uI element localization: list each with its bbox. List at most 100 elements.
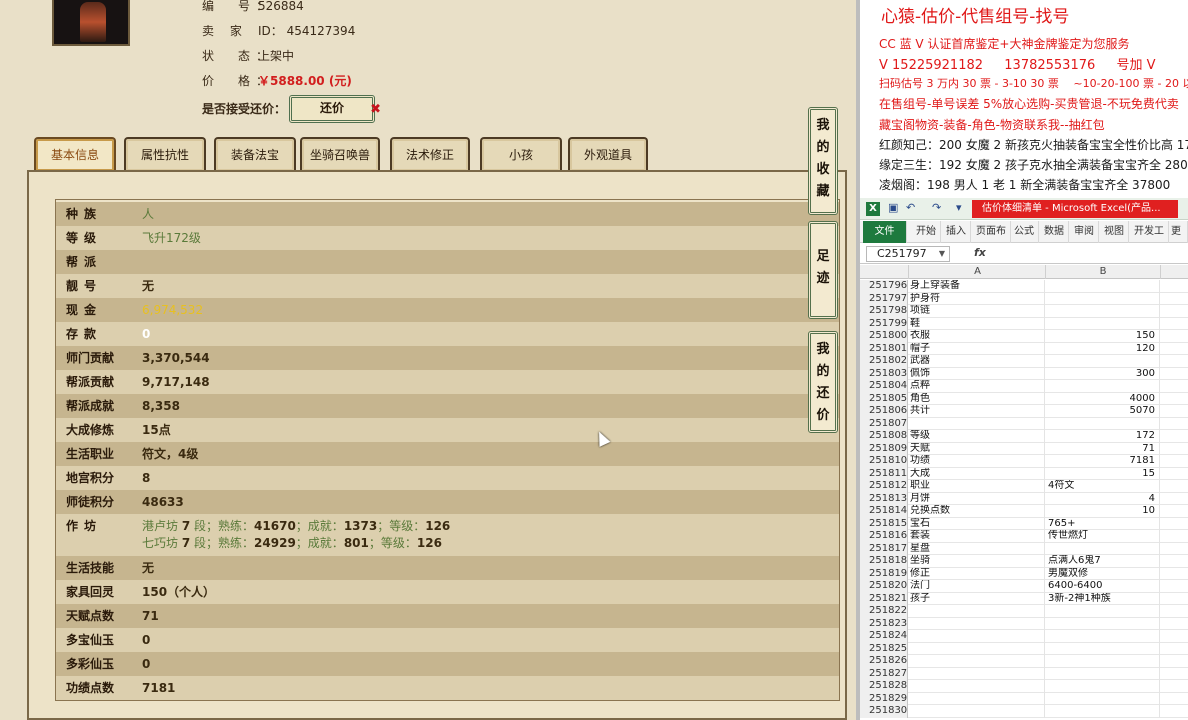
- footprint-button[interactable]: 足 迹: [808, 221, 838, 319]
- cell-b[interactable]: 5070: [1046, 405, 1160, 418]
- sheet-row[interactable]: 251816 套装 传世燃灯: [860, 530, 1188, 543]
- row-number[interactable]: 251808: [860, 430, 908, 443]
- cell-b[interactable]: [1046, 317, 1160, 330]
- sheet-row[interactable]: 251797 护身符: [860, 292, 1188, 305]
- cell-a[interactable]: 等级: [910, 430, 1045, 443]
- cell-b[interactable]: 传世燃灯: [1046, 530, 1160, 543]
- sheet-row[interactable]: 251828: [860, 680, 1188, 693]
- sheet-row[interactable]: 251817 星盘: [860, 542, 1188, 555]
- sheet-row[interactable]: 251830: [860, 705, 1188, 718]
- cell-a[interactable]: [910, 630, 1045, 643]
- sheet-row[interactable]: 251803 佩饰 300: [860, 367, 1188, 380]
- cell-b[interactable]: [1046, 680, 1160, 693]
- cell-a[interactable]: [910, 655, 1045, 668]
- cell-a[interactable]: [910, 667, 1045, 680]
- cell-a[interactable]: 点粹: [910, 380, 1045, 393]
- cell-a[interactable]: 大成: [910, 467, 1045, 480]
- cell-a[interactable]: 宝石: [910, 517, 1045, 530]
- sheet-row[interactable]: 251798 项链: [860, 305, 1188, 318]
- sheet-row[interactable]: 251829: [860, 692, 1188, 705]
- cell-a[interactable]: 套装: [910, 530, 1045, 543]
- tab-children[interactable]: 小孩: [480, 137, 562, 171]
- row-number[interactable]: 251813: [860, 492, 908, 505]
- row-number[interactable]: 251823: [860, 617, 908, 630]
- row-number[interactable]: 251796: [860, 280, 908, 293]
- cell-b[interactable]: 71: [1046, 442, 1160, 455]
- row-number[interactable]: 251804: [860, 380, 908, 393]
- cell-a[interactable]: [910, 692, 1045, 705]
- ribbon-tab-review[interactable]: 审阅: [1070, 221, 1099, 243]
- tab-mounts-pets[interactable]: 坐骑召唤兽: [300, 137, 380, 171]
- ribbon-tab-file[interactable]: 文件: [863, 221, 907, 243]
- cell-a[interactable]: 护身符: [910, 292, 1045, 305]
- cell-a[interactable]: 兑换点数: [910, 505, 1045, 518]
- cell-a[interactable]: 功绩: [910, 455, 1045, 468]
- cell-b[interactable]: 172: [1046, 430, 1160, 443]
- row-number[interactable]: 251826: [860, 655, 908, 668]
- cell-b[interactable]: 10: [1046, 505, 1160, 518]
- cell-b[interactable]: [1046, 692, 1160, 705]
- redo-icon[interactable]: ↷: [932, 201, 941, 214]
- ribbon-tab-view[interactable]: 视图: [1100, 221, 1129, 243]
- cell-b[interactable]: [1046, 630, 1160, 643]
- cell-a[interactable]: 法门: [910, 580, 1045, 593]
- row-number[interactable]: 251825: [860, 642, 908, 655]
- ribbon-tab-home[interactable]: 开始: [912, 221, 941, 243]
- cell-a[interactable]: [910, 617, 1045, 630]
- row-number[interactable]: 251807: [860, 417, 908, 430]
- cell-b[interactable]: [1046, 355, 1160, 368]
- chevron-down-icon[interactable]: ▼: [939, 247, 945, 261]
- sheet-row[interactable]: 251799 鞋: [860, 317, 1188, 330]
- cell-b[interactable]: [1046, 305, 1160, 318]
- cell-b[interactable]: 4000: [1046, 392, 1160, 405]
- row-number[interactable]: 251803: [860, 367, 908, 380]
- cell-b[interactable]: [1046, 655, 1160, 668]
- cell-b[interactable]: [1046, 667, 1160, 680]
- my-bargain-button[interactable]: 我 的 还 价: [808, 331, 838, 433]
- cell-b[interactable]: 120: [1046, 342, 1160, 355]
- cell-a[interactable]: [910, 642, 1045, 655]
- sheet-row[interactable]: 251808 等级 172: [860, 430, 1188, 443]
- cell-b[interactable]: 300: [1046, 367, 1160, 380]
- row-number[interactable]: 251802: [860, 355, 908, 368]
- cell-b[interactable]: 7181: [1046, 455, 1160, 468]
- row-number[interactable]: 251827: [860, 667, 908, 680]
- sheet-row[interactable]: 251824: [860, 630, 1188, 643]
- select-all-corner[interactable]: [860, 265, 909, 279]
- row-number[interactable]: 251830: [860, 705, 908, 718]
- cell-a[interactable]: 月饼: [910, 492, 1045, 505]
- sheet-row[interactable]: 251796 身上穿装备: [860, 280, 1188, 293]
- bargain-button[interactable]: 还价 ✖: [289, 95, 381, 123]
- cell-b[interactable]: 150: [1046, 330, 1160, 343]
- cell-a[interactable]: 坐骑: [910, 555, 1045, 568]
- cell-a[interactable]: 佩饰: [910, 367, 1045, 380]
- cell-b[interactable]: [1046, 617, 1160, 630]
- sheet-row[interactable]: 251818 坐骑 点满人6鬼7: [860, 555, 1188, 568]
- cell-b[interactable]: 3新-2神1种族: [1046, 592, 1160, 605]
- row-number[interactable]: 251798: [860, 305, 908, 318]
- row-number[interactable]: 251805: [860, 392, 908, 405]
- tab-appearance[interactable]: 外观道具: [568, 137, 648, 171]
- sheet-row[interactable]: 251820 法门 6400-6400: [860, 580, 1188, 593]
- cell-a[interactable]: 项链: [910, 305, 1045, 318]
- row-number[interactable]: 251812: [860, 480, 908, 493]
- sheet-row[interactable]: 251822: [860, 605, 1188, 618]
- sheet-row[interactable]: 251801 帽子 120: [860, 342, 1188, 355]
- row-number[interactable]: 251797: [860, 292, 908, 305]
- row-number[interactable]: 251810: [860, 455, 908, 468]
- cell-a[interactable]: 修正: [910, 567, 1045, 580]
- cell-b[interactable]: [1046, 417, 1160, 430]
- cell-b[interactable]: [1046, 380, 1160, 393]
- row-number[interactable]: 251820: [860, 580, 908, 593]
- sheet-row[interactable]: 251812 职业 4符文: [860, 480, 1188, 493]
- cell-b[interactable]: [1046, 642, 1160, 655]
- row-number[interactable]: 251817: [860, 542, 908, 555]
- cell-a[interactable]: 孩子: [910, 592, 1045, 605]
- row-number[interactable]: 251818: [860, 555, 908, 568]
- sheet-row[interactable]: 251826: [860, 655, 1188, 668]
- row-number[interactable]: 251800: [860, 330, 908, 343]
- sheet-row[interactable]: 251814 兑换点数 10: [860, 505, 1188, 518]
- row-number[interactable]: 251821: [860, 592, 908, 605]
- ribbon-tab-developer[interactable]: 开发工: [1130, 221, 1169, 243]
- close-icon[interactable]: ✖: [370, 99, 381, 120]
